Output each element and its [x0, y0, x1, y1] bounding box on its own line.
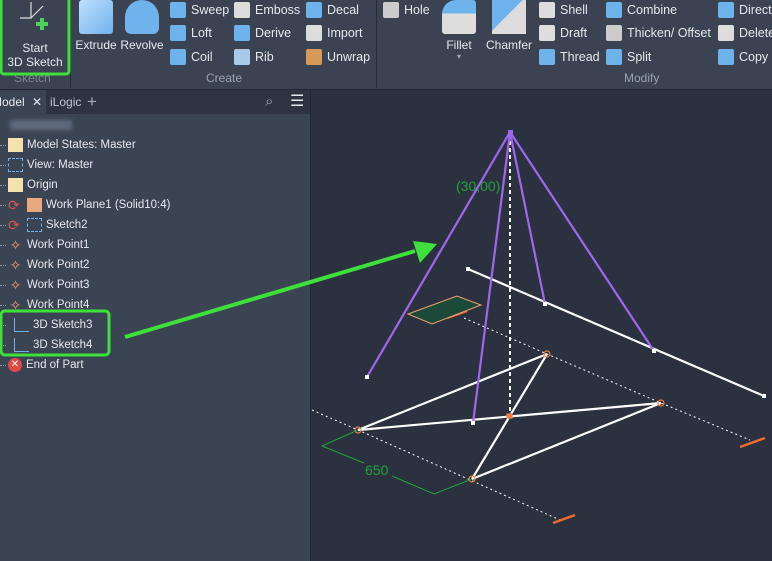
hole-icon — [383, 2, 399, 18]
tree-item[interactable]: View: Master — [0, 155, 93, 175]
revolve-icon — [125, 0, 159, 34]
group-label-sketch: Sketch — [14, 71, 51, 85]
search-icon[interactable]: ⌕ — [265, 90, 273, 114]
tree-item-label: View: Master — [27, 159, 94, 171]
coil-button[interactable]: Coil — [170, 47, 213, 67]
derive-button[interactable]: Derive — [234, 23, 291, 43]
delete-face-icon — [718, 25, 734, 41]
folder-icon — [8, 178, 23, 192]
fillet-icon — [442, 0, 476, 34]
work-plane-icon — [27, 198, 42, 212]
close-icon[interactable]: ✕ — [32, 95, 42, 109]
rib-icon — [234, 49, 250, 65]
work-point-icon: ✧ — [9, 237, 22, 253]
update-icon: ⟳ — [8, 217, 20, 233]
unwrap-button[interactable]: Unwrap — [306, 47, 370, 67]
tree-item-label: Model States: Master — [27, 139, 136, 151]
copy-object-button[interactable]: Copy — [718, 47, 768, 67]
combine-button[interactable]: Combine — [606, 0, 677, 20]
hole-button[interactable]: Hole — [383, 0, 430, 20]
3d-sketch-icon — [20, 2, 48, 30]
loft-icon — [170, 25, 186, 41]
tree-item[interactable]: ✧ Work Point1 — [0, 235, 89, 255]
thicken-icon — [606, 25, 622, 41]
sweep-icon — [170, 2, 186, 18]
copy-object-icon — [718, 49, 734, 65]
draft-button[interactable]: Draft — [539, 23, 587, 43]
extrude-icon — [79, 0, 113, 34]
direct-icon — [718, 2, 734, 18]
shell-icon — [539, 2, 555, 18]
tree-item-label: Work Point1 — [27, 239, 90, 251]
tree-item[interactable]: ✧ Work Point2 — [0, 255, 89, 275]
tab-ilogic[interactable]: iLogic — [50, 90, 81, 114]
thread-button[interactable]: Thread — [539, 47, 600, 67]
unwrap-icon — [306, 49, 322, 65]
import-button[interactable]: Import — [306, 23, 362, 43]
tree-item-label: Work Point4 — [27, 299, 90, 311]
tree-item-label: Work Point2 — [27, 259, 90, 271]
add-tab-icon[interactable]: + — [87, 90, 97, 114]
tree-item[interactable]: Origin — [0, 175, 58, 195]
tree-item[interactable]: Model States: Master — [0, 135, 136, 155]
tree-item[interactable]: ⟳ Work Plane1 (Solid10:4) — [0, 195, 170, 215]
3d-viewport[interactable] — [312, 90, 772, 561]
fillet-button[interactable]: Fillet ▾ — [440, 0, 478, 61]
part-file-name[interactable] — [10, 120, 72, 130]
tree-item-label: Work Plane1 (Solid10:4) — [46, 199, 171, 211]
delete-face-button[interactable]: Delete — [718, 23, 772, 43]
tree-item[interactable]: ✧ Work Point4 — [0, 295, 89, 315]
tree-item[interactable]: ⟳ Sketch2 — [0, 215, 88, 235]
import-icon — [306, 25, 322, 41]
draft-icon — [539, 25, 555, 41]
tree-item-label: Work Point3 — [27, 279, 90, 291]
tree-item[interactable]: 3D Sketch3 — [0, 315, 92, 335]
tree-item-label: 3D Sketch4 — [33, 339, 93, 351]
tree-item[interactable]: ✕ End of Part — [0, 355, 84, 375]
tree-item-label: 3D Sketch3 — [33, 319, 93, 331]
thicken-offset-button[interactable]: Thicken/ Offset — [606, 23, 711, 43]
menu-icon[interactable]: ☰ — [290, 90, 304, 114]
shell-button[interactable]: Shell — [539, 0, 588, 20]
extrude-button[interactable]: Extrude — [74, 0, 118, 52]
tree-item[interactable]: 3D Sketch4 — [0, 335, 92, 355]
thread-icon — [539, 49, 555, 65]
tab-model[interactable]: Model ✕ — [0, 90, 46, 114]
rib-button[interactable]: Rib — [234, 47, 274, 67]
3d-sketch-icon — [14, 338, 29, 352]
direct-button[interactable]: Direct — [718, 0, 772, 20]
split-button[interactable]: Split — [606, 47, 651, 67]
tree-item-label: Sketch2 — [46, 219, 88, 231]
emboss-button[interactable]: Emboss — [234, 0, 300, 20]
start-3d-sketch-button[interactable]: Start 3D Sketch — [2, 0, 68, 69]
group-label-create: Create — [206, 71, 243, 85]
sweep-button[interactable]: Sweep — [170, 0, 229, 20]
chamfer-icon — [492, 0, 526, 34]
model-browser: Model ✕ iLogic + ⌕ ☰ Model States: Maste… — [0, 90, 311, 561]
tree-item[interactable]: ✧ Work Point3 — [0, 275, 89, 295]
sketch-icon — [27, 218, 42, 232]
tree-item-label: Origin — [27, 179, 58, 191]
derive-icon — [234, 25, 250, 41]
work-point-icon: ✧ — [9, 257, 22, 273]
work-point-icon: ✧ — [9, 277, 22, 293]
loft-button[interactable]: Loft — [170, 23, 212, 43]
revolve-button[interactable]: Revolve — [120, 0, 164, 52]
decal-button[interactable]: Decal — [306, 0, 359, 20]
decal-icon — [306, 2, 322, 18]
chamfer-button[interactable]: Chamfer — [484, 0, 534, 52]
emboss-icon — [234, 2, 250, 18]
ribbon: Start 3D Sketch Sketch Extrude Revolve S… — [0, 0, 772, 90]
update-icon: ⟳ — [8, 197, 20, 213]
3d-sketch-icon — [14, 318, 29, 332]
work-point-icon: ✧ — [9, 297, 22, 313]
tree-item-label: End of Part — [26, 359, 84, 371]
folder-icon — [8, 138, 23, 152]
coil-icon — [170, 49, 186, 65]
end-of-part-icon: ✕ — [8, 358, 22, 372]
combine-icon — [606, 2, 622, 18]
group-label-modify: Modify — [624, 71, 660, 85]
split-icon — [606, 49, 622, 65]
view-icon — [8, 158, 23, 172]
